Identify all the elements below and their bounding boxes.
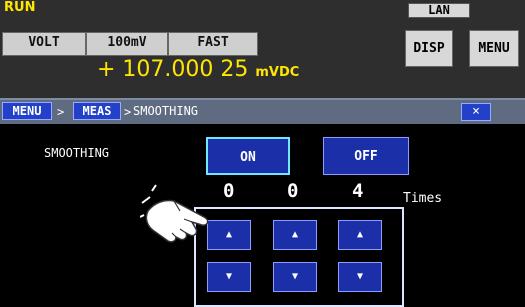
digit-ones: 4: [352, 180, 364, 202]
digit-hundreds: 0: [223, 180, 235, 202]
settings-row: VOLT 100mV FAST: [2, 32, 258, 56]
disp-button[interactable]: DISP: [405, 30, 453, 67]
breadcrumb-current: SMOOTHING: [133, 104, 199, 118]
function-setting[interactable]: VOLT: [2, 32, 86, 56]
reading-unit: mVDC: [255, 65, 300, 80]
smoothing-on-button[interactable]: ON: [206, 137, 290, 175]
run-status: RUN: [4, 0, 36, 15]
breadcrumb-separator: >: [57, 105, 65, 119]
decrement-hundreds-button[interactable]: ▼: [207, 262, 251, 292]
menu-button[interactable]: MENU: [469, 30, 519, 67]
decrement-tens-button[interactable]: ▼: [273, 262, 317, 292]
decrement-ones-button[interactable]: ▼: [338, 262, 382, 292]
close-button[interactable]: ×: [461, 103, 491, 121]
times-label: Times: [403, 191, 443, 206]
pointing-hand-icon: [140, 184, 209, 243]
measurement-reading: + 107.000 25 mVDC: [97, 57, 299, 82]
speed-setting[interactable]: FAST: [168, 32, 258, 56]
lan-indicator: LAN: [408, 3, 470, 18]
reading-value: + 107.000 25: [97, 57, 249, 82]
increment-ones-button[interactable]: ▲: [338, 220, 382, 250]
breadcrumb-meas[interactable]: MEAS: [73, 102, 121, 120]
breadcrumb-menu[interactable]: MENU: [2, 102, 52, 120]
range-setting[interactable]: 100mV: [86, 32, 168, 56]
increment-tens-button[interactable]: ▲: [273, 220, 317, 250]
smoothing-off-button[interactable]: OFF: [323, 137, 409, 175]
breadcrumb-separator: >: [124, 105, 132, 119]
digit-tens: 0: [287, 180, 299, 202]
smoothing-label: SMOOTHING: [44, 146, 110, 160]
